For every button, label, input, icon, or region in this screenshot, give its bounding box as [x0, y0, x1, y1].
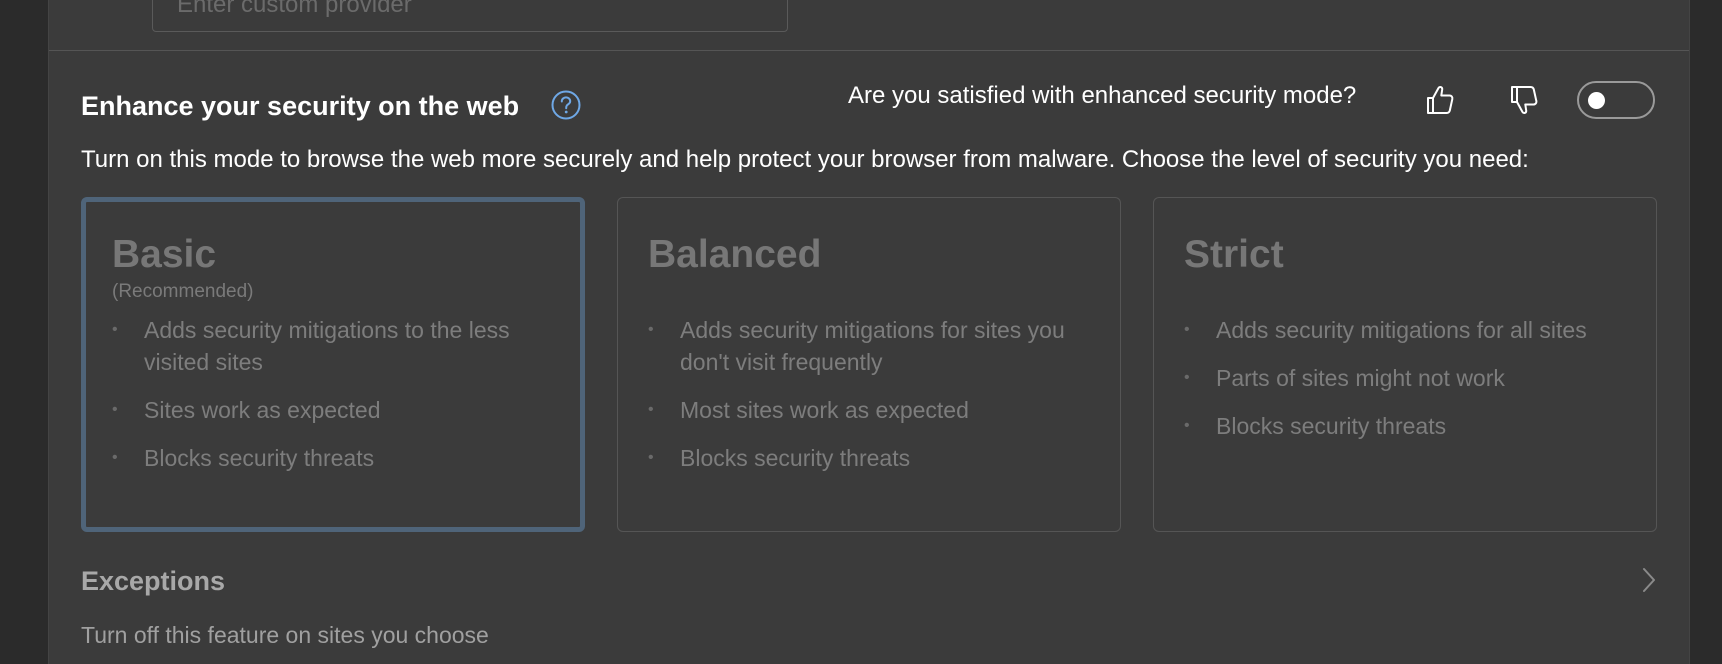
card-bullet-list: Adds security mitigations to the less vi… [112, 314, 556, 474]
card-bullet: Adds security mitigations to the less vi… [112, 314, 556, 378]
help-circle-icon[interactable] [551, 90, 581, 120]
card-title: Balanced [648, 233, 822, 276]
card-bullet: Adds security mitigations for sites you … [648, 314, 1092, 378]
card-bullet: Most sites work as expected [648, 394, 1092, 426]
custom-provider-input[interactable]: Enter custom provider [152, 0, 788, 32]
section-divider [49, 50, 1689, 51]
custom-provider-placeholder: Enter custom provider [177, 0, 412, 18]
card-bullet-list: Adds security mitigations for sites you … [648, 314, 1092, 474]
security-level-balanced-card[interactable]: Balanced Adds security mitigations for s… [617, 197, 1121, 532]
card-title: Strict [1184, 233, 1284, 276]
card-bullet: Blocks security threats [648, 442, 1092, 474]
toggle-knob [1588, 92, 1605, 109]
enhanced-security-toggle[interactable] [1577, 81, 1655, 119]
card-subtitle: (Recommended) [112, 281, 254, 302]
security-description: Turn on this mode to browse the web more… [81, 146, 1529, 173]
security-level-strict-card[interactable]: Strict Adds security mitigations for all… [1153, 197, 1657, 532]
card-bullet: Sites work as expected [112, 394, 556, 426]
card-bullet-list: Adds security mitigations for all sites … [1184, 314, 1628, 442]
security-level-basic-card[interactable]: Basic (Recommended) Adds security mitiga… [81, 197, 585, 532]
card-subtitle [648, 280, 1092, 304]
feedback-question: Are you satisfied with enhanced security… [848, 82, 1357, 109]
security-section-title: Enhance your security on the web [81, 91, 520, 121]
settings-panel: Enter custom provider Enhance your secur… [48, 0, 1690, 664]
thumbs-down-icon[interactable] [1509, 84, 1539, 116]
card-bullet: Blocks security threats [112, 442, 556, 474]
thumbs-up-icon[interactable] [1425, 84, 1455, 116]
exceptions-description: Turn off this feature on sites you choos… [81, 622, 489, 648]
card-title: Basic [112, 233, 217, 276]
card-bullet: Blocks security threats [1184, 410, 1628, 442]
chevron-right-icon[interactable] [1641, 566, 1657, 594]
exceptions-row[interactable] [49, 556, 1689, 608]
card-bullet: Adds security mitigations for all sites [1184, 314, 1628, 346]
card-bullet: Parts of sites might not work [1184, 362, 1628, 394]
exceptions-title: Exceptions [81, 566, 226, 596]
card-subtitle [1184, 280, 1628, 304]
